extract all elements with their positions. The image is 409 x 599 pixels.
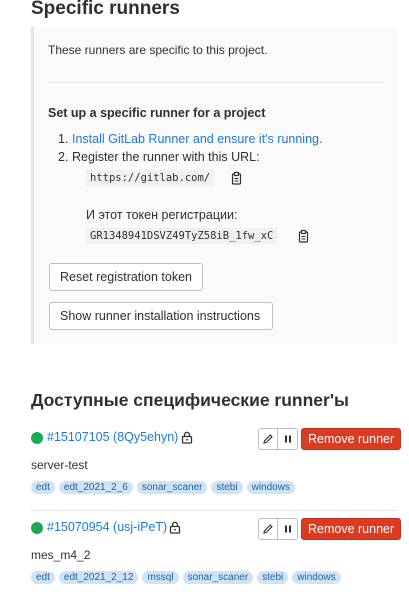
remove-runner-button[interactable]: Remove runner: [301, 428, 402, 450]
specific-runners-panel: These runners are specific to this proje…: [31, 27, 398, 344]
registration-token: GR1348941DSVZ49TyZ58iB_1fw_xC: [86, 228, 278, 244]
pause-icon: [284, 435, 291, 443]
divider: [31, 510, 398, 511]
pencil-icon: [263, 434, 273, 444]
runner-tag: edt: [31, 571, 55, 584]
step-number: 2.: [58, 150, 69, 164]
runner-description: mes_m4_2: [31, 548, 91, 562]
runner-actions: Remove runner: [258, 428, 402, 450]
status-online-icon: [31, 432, 43, 444]
register-text: Register the runner with this URL:: [72, 150, 260, 164]
status-online-icon: [31, 522, 43, 534]
runner-tag: windows: [246, 481, 295, 494]
step-number: 1.: [58, 132, 69, 146]
runner-tag: edt_2021_2_6: [58, 481, 133, 494]
lock-icon: [181, 431, 193, 444]
install-runner-link[interactable]: Install GitLab Runner and ensure it's ru…: [72, 132, 322, 146]
copy-url-icon[interactable]: [229, 171, 243, 186]
reset-token-button[interactable]: Reset registration token: [49, 263, 203, 291]
runner-actions: Remove runner: [258, 518, 402, 540]
pause-icon: [284, 525, 291, 533]
runner-tag: sonar_scaner: [136, 481, 208, 494]
available-runners-title: Доступные специфические runner'ы: [31, 390, 349, 410]
runner-tag: stebi: [257, 571, 289, 584]
registration-url: https://gitlab.com/: [86, 170, 215, 186]
runner-tag: edt: [31, 481, 55, 494]
runner-description: server-test: [31, 458, 88, 472]
section-title: Specific runners: [31, 0, 180, 19]
show-instructions-button[interactable]: Show runner installation instructions: [49, 302, 273, 330]
runner-tag: mssql: [142, 571, 179, 584]
step-install: 1. Install GitLab Runner and ensure it's…: [58, 132, 322, 146]
edit-runner-button[interactable]: [258, 518, 278, 540]
pencil-icon: [263, 524, 273, 534]
divider: [48, 82, 384, 83]
token-label: И этот токен регистрации:: [86, 208, 238, 222]
pause-runner-button[interactable]: [278, 518, 298, 540]
runner-tag: stebi: [211, 481, 243, 494]
runner-tag: windows: [292, 571, 341, 584]
step-register: 2. Register the runner with this URL:: [58, 150, 260, 164]
runner-id-link[interactable]: #15107105 (8Qy5ehyn): [47, 430, 178, 444]
runner-tags: edt edt_2021_2_12 mssql sonar_scaner ste…: [31, 571, 341, 584]
edit-runner-button[interactable]: [258, 428, 278, 450]
runner-tags: edt edt_2021_2_6 sonar_scaner stebi wind…: [31, 481, 295, 494]
setup-title: Set up a specific runner for a project: [48, 106, 266, 120]
runner-tag: sonar_scaner: [182, 571, 254, 584]
pause-runner-button[interactable]: [278, 428, 298, 450]
lock-icon: [169, 521, 181, 534]
remove-runner-button[interactable]: Remove runner: [301, 518, 402, 540]
runner-tag: edt_2021_2_12: [58, 571, 139, 584]
panel-intro-text: These runners are specific to this proje…: [48, 43, 268, 57]
runner-id-link[interactable]: #15070954 (usj-iPeT): [47, 520, 167, 534]
copy-token-icon[interactable]: [296, 229, 310, 244]
